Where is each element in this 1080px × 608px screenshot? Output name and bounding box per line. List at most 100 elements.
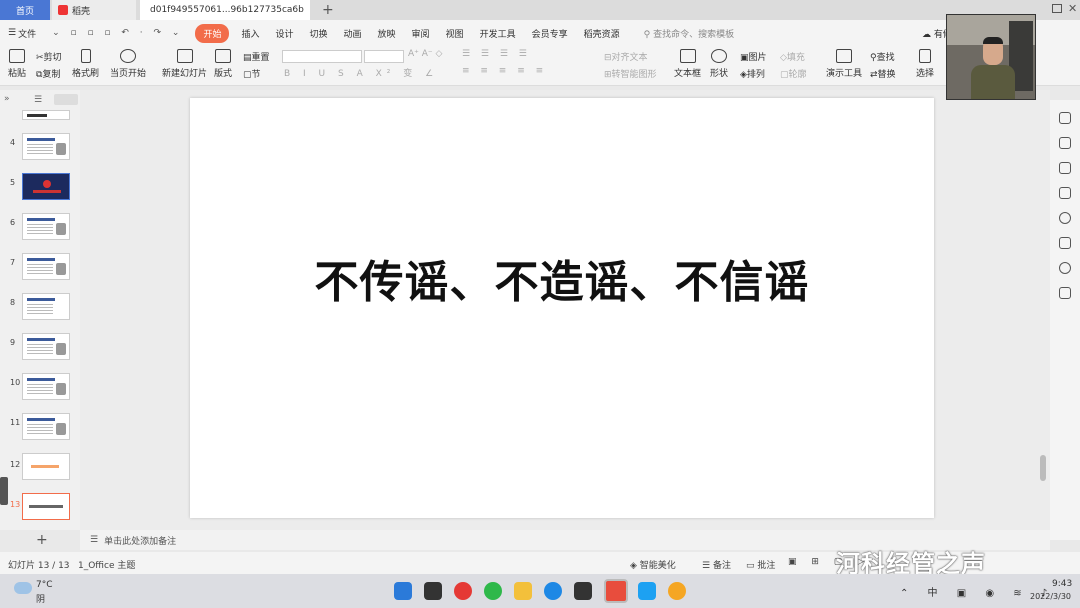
tab-document[interactable]: d01f949557061...96b127735ca6b (140, 0, 310, 20)
menu-start[interactable]: 开始 (195, 23, 230, 43)
paragraph-icons[interactable]: ☰ ☰ ☰ ☰ (462, 49, 531, 59)
menu-file[interactable]: 文件 (18, 27, 44, 40)
select-button[interactable]: 选择 (916, 49, 934, 79)
menu-transition[interactable]: 切换 (302, 27, 336, 40)
app-orange-icon[interactable] (668, 582, 686, 600)
font-style-icons[interactable]: B I U S A X² 变 ∠ (284, 66, 438, 79)
align-icons[interactable]: ≡ ≡ ≡ ≡ ≡ (462, 66, 547, 76)
hamburger-icon[interactable]: ☰ (0, 28, 18, 38)
new-slide-button[interactable]: 新建幻灯片 (162, 49, 207, 79)
beautify-icon: ◈ (630, 561, 640, 571)
copy-button[interactable]: ⧉复制 (36, 67, 60, 80)
wps-icon[interactable] (604, 579, 628, 603)
cut-button[interactable]: ✂剪切 (36, 50, 62, 63)
add-slide-button[interactable]: + (36, 532, 48, 548)
font-size-adjust-icons[interactable]: A⁺ A⁻ ◇ (408, 49, 442, 59)
command-search[interactable]: ⚲ 查找命令、搜索模板 (636, 27, 742, 40)
menu-animation[interactable]: 动画 (336, 27, 370, 40)
menu-design[interactable]: 设计 (267, 27, 301, 40)
webcam-video-overlay (946, 14, 1036, 100)
feishu-icon[interactable] (638, 582, 656, 600)
menu-slideshow[interactable]: 放映 (370, 27, 404, 40)
slide-thumbnail[interactable] (22, 253, 70, 280)
start-icon[interactable] (394, 582, 412, 600)
slide-title[interactable]: 不传谣、不造谣、不信谣 (315, 246, 810, 310)
smart-graphic-button[interactable]: ⊞转智能图形 (604, 67, 657, 80)
slide-thumbnail[interactable] (22, 453, 70, 480)
fill-button[interactable]: ◇填充 (780, 50, 805, 63)
tab-home[interactable]: 首页 (0, 0, 50, 20)
slide-thumbnail[interactable] (22, 110, 70, 120)
daoke-icon (58, 5, 68, 15)
settings-sliders-icon[interactable] (1059, 137, 1071, 149)
slide-thumbnail[interactable] (22, 213, 70, 240)
slide-thumbnail[interactable] (22, 293, 70, 320)
pin-icon[interactable] (1059, 162, 1071, 174)
replace-button[interactable]: ⇄替换 (870, 67, 896, 80)
task-view-icon[interactable] (424, 582, 442, 600)
picture-panel-icon[interactable] (1059, 237, 1071, 249)
file-explorer-icon[interactable] (514, 582, 532, 600)
new-tab-button[interactable]: + (316, 0, 334, 20)
menu-daoke-resources[interactable]: 稻壳资源 (576, 27, 628, 40)
help-icon[interactable] (1059, 212, 1071, 224)
edge-icon[interactable] (544, 582, 562, 600)
vertical-scrollbar[interactable] (1040, 455, 1046, 481)
copy-panel-icon[interactable] (1059, 187, 1071, 199)
smart-graphic-label: 转智能图形 (611, 70, 657, 80)
arrange-button[interactable]: ◈排列 (740, 67, 765, 80)
cube-icon[interactable] (1059, 287, 1071, 299)
menu-insert[interactable]: 插入 (233, 27, 267, 40)
paste-button[interactable]: 粘贴 (8, 49, 26, 79)
current-slide[interactable]: 不传谣、不造谣、不信谣 (190, 98, 934, 518)
theme-name[interactable]: 1_Office 主题 (78, 558, 135, 571)
wechat-icon[interactable] (484, 582, 502, 600)
smart-beautify-button[interactable]: ◈ 智能美化 (630, 558, 676, 571)
animation-pane-icon[interactable] (1059, 112, 1071, 124)
slide-thumbnail[interactable] (22, 373, 70, 400)
thumbnail-view-icon[interactable] (54, 94, 78, 105)
shape-button[interactable]: 形状 (710, 49, 728, 79)
panel-handle[interactable] (0, 477, 8, 505)
tab-daoke[interactable]: 稻壳 (52, 0, 136, 20)
quick-access-icons[interactable]: ⌄ ▫ ▫ ▫ ↶ · ↷ ⌄ (44, 28, 191, 38)
font-family-select[interactable] (282, 50, 362, 63)
outline-view-icon[interactable]: ☰ (34, 95, 42, 105)
find-button[interactable]: ⚲查找 (870, 50, 895, 63)
cloud-icon: ☁ (922, 30, 931, 40)
section-label: 节 (251, 70, 261, 80)
app-g-icon[interactable] (574, 582, 592, 600)
slide-thumbnail[interactable] (22, 133, 70, 160)
smart-graphic-icon: ⊞ (604, 70, 612, 80)
netease-music-icon[interactable] (454, 582, 472, 600)
slide-thumbnail[interactable] (22, 413, 70, 440)
align-text-button[interactable]: ⊟对齐文本 (604, 50, 648, 63)
outline-button[interactable]: ▢轮廓 (780, 67, 807, 80)
restore-window-icon[interactable] (1052, 4, 1062, 13)
location-icon[interactable] (1059, 262, 1071, 274)
layout-button[interactable]: 版式 (214, 49, 232, 79)
section-button[interactable]: ▢节 (243, 67, 261, 80)
picture-button[interactable]: ▣图片 (740, 50, 767, 63)
fill-label: 填充 (786, 53, 805, 63)
presentation-tools-button[interactable]: 演示工具 (826, 49, 862, 79)
comments-toggle[interactable]: ▭ 批注 (746, 558, 775, 571)
reset-button[interactable]: ▤重置 (243, 50, 270, 63)
menu-view[interactable]: 视图 (438, 27, 472, 40)
font-size-select[interactable] (364, 50, 404, 63)
menu-review[interactable]: 审阅 (404, 27, 438, 40)
tab-bar: 首页 稻壳 d01f949557061...96b127735ca6b + ✕ (0, 0, 1080, 20)
close-window-icon[interactable]: ✕ (1068, 2, 1077, 15)
clock-time[interactable]: 9:43 (1052, 579, 1072, 589)
play-from-current-button[interactable]: 当页开始 (110, 49, 146, 79)
text-box-button[interactable]: 文本框 (674, 49, 701, 79)
clock-date[interactable]: 2022/3/30 (1030, 592, 1071, 601)
notes-toggle[interactable]: ☰ 备注 (702, 558, 731, 571)
slide-thumbnail[interactable] (22, 333, 70, 360)
menu-member[interactable]: 会员专享 (524, 27, 576, 40)
collapse-panel-icon[interactable]: » (4, 94, 10, 104)
format-painter-button[interactable]: 格式刷 (72, 49, 99, 79)
slide-thumbnail-current[interactable] (22, 493, 70, 520)
slide-thumbnail[interactable] (22, 173, 70, 200)
menu-developer[interactable]: 开发工具 (472, 27, 524, 40)
